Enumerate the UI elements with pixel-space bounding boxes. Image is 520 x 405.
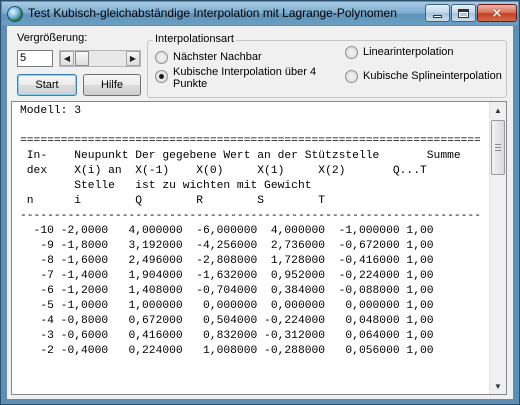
output-line: Stelle ist zu wichten mit Gewicht [20,180,312,192]
output-line: In- Neupunkt Der gegebene Wert an der St… [20,150,461,162]
radio-cubic-spline-label[interactable]: Kubische Splineinterpolation [363,70,502,82]
vertical-scroll-thumb[interactable] [491,120,505,175]
start-button[interactable]: Start [17,74,77,96]
minimize-icon [433,14,442,18]
interpolation-group-title: Interpolationsart [153,33,236,45]
table-row: -5 -1,0000 1,000000 0,000000 0,000000 0,… [20,300,434,312]
maximize-button[interactable] [451,4,476,22]
zoom-label: Vergrößerung: [17,32,88,44]
table-row: -10 -2,0000 4,000000 -6,000000 4,000000 … [20,225,434,237]
output-line: ----------------------------------------… [20,210,480,222]
grip-icon [495,144,501,151]
title-bar[interactable]: Test Kubisch-gleichabständige Interpolat… [2,2,518,25]
output-text: Modell: 3 ==============================… [20,104,480,359]
radio-cubic-spline[interactable] [345,70,358,83]
table-row: -9 -1,8000 3,192000 -4,256000 2,736000 -… [20,240,434,252]
output-line: Modell: 3 [20,105,82,117]
output-line: n i Q R S T [20,195,326,207]
table-row: -4 -0,8000 0,672000 0,504000 -0,224000 0… [20,315,434,327]
maximize-icon [458,8,469,18]
radio-cubic-4-points[interactable] [155,70,168,83]
vertical-scrollbar[interactable]: ▲ ▼ [489,102,506,394]
table-row: -7 -1,4000 1,904000 -1,632000 0,952000 -… [20,270,434,282]
table-row: -6 -1,2000 1,408000 -0,704000 0,384000 -… [20,285,434,297]
scroll-right-icon[interactable]: ▶ [126,51,140,66]
table-row: -8 -1,6000 2,496000 -2,808000 1,728000 -… [20,255,434,267]
globe-icon [7,6,23,22]
close-icon: × [491,5,503,21]
app-window: Test Kubisch-gleichabständige Interpolat… [0,0,520,405]
radio-linear-label[interactable]: Linearinterpolation [363,46,454,58]
output-line: ========================================… [20,135,480,147]
minimize-button[interactable] [425,4,450,22]
output-line: dex X(i) an X(-1) X(0) X(1) X(2) Q...T [20,165,427,177]
client-area: Vergrößerung: 5 ◀ ▶ Start Hilfe Interpol… [7,26,513,399]
zoom-scroll-thumb[interactable] [75,51,89,66]
scroll-up-icon[interactable]: ▲ [490,102,506,118]
radio-linear[interactable] [345,46,358,59]
table-row: -2 -0,4000 0,224000 1,008000 -0,288000 0… [20,345,434,357]
zoom-input[interactable]: 5 [17,50,53,67]
zoom-scrollbar[interactable]: ◀ ▶ [59,50,141,67]
output-textarea[interactable]: Modell: 3 ==============================… [11,101,507,395]
radio-nearest-neighbor-label[interactable]: Nächster Nachbar [173,51,262,63]
scroll-left-icon[interactable]: ◀ [60,51,74,66]
help-button[interactable]: Hilfe [83,74,141,96]
close-button[interactable]: × [477,4,517,22]
radio-nearest-neighbor[interactable] [155,51,168,64]
window-title: Test Kubisch-gleichabständige Interpolat… [28,6,397,20]
table-row: -3 -0,6000 0,416000 0,832000 -0,312000 0… [20,330,434,342]
scroll-down-icon[interactable]: ▼ [490,378,506,394]
radio-cubic-4-points-label[interactable]: Kubische Interpolation über 4 Punkte [173,66,323,90]
